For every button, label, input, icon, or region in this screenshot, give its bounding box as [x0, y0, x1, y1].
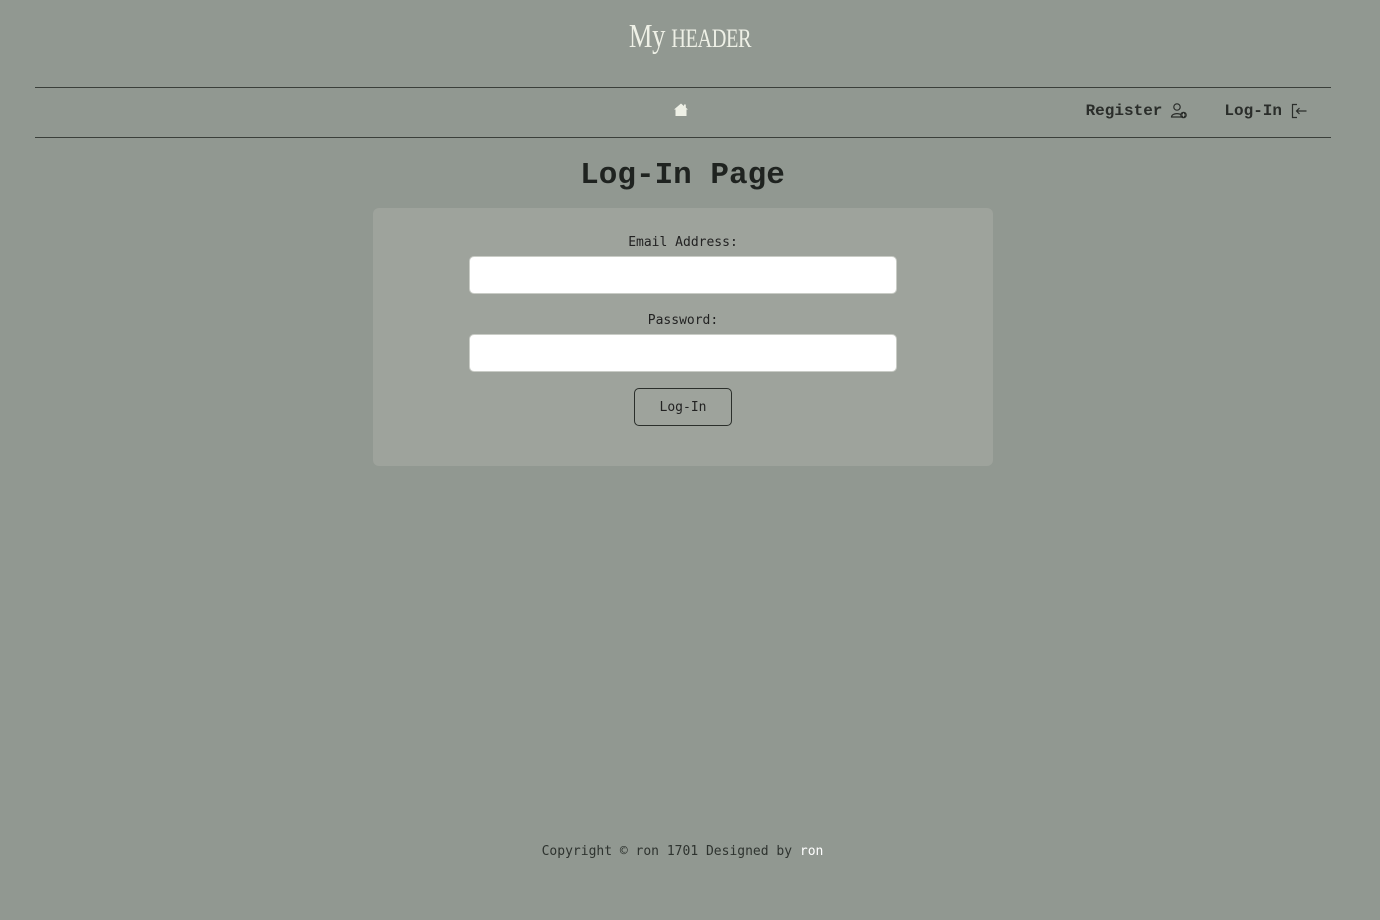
home-icon [674, 103, 688, 116]
footer: Copyright © ron 1701 Designed by ron [0, 844, 1365, 859]
navbar: Register Log-In [35, 87, 1331, 138]
site-header: My header [0, 0, 1380, 87]
login-form: Email Address: Password: Log-In [373, 208, 993, 466]
home-link[interactable] [673, 102, 691, 120]
login-button[interactable]: Log-In [634, 388, 732, 426]
site-title: My header [152, 18, 1228, 56]
sign-in-icon [1291, 103, 1307, 119]
email-field[interactable] [469, 256, 897, 294]
email-label: Email Address: [628, 235, 738, 250]
page-heading: Log-In Page [580, 158, 785, 193]
nav-right: Register Log-In [1086, 102, 1308, 120]
user-add-icon [1171, 103, 1188, 119]
register-link[interactable]: Register [1086, 102, 1189, 120]
author-link[interactable]: ron [800, 844, 823, 859]
register-label: Register [1085, 102, 1163, 120]
password-field[interactable] [469, 334, 897, 372]
login-link[interactable]: Log-In [1224, 102, 1308, 120]
password-label: Password: [647, 313, 719, 328]
login-label: Log-In [1224, 102, 1282, 120]
site-title-first: My [628, 18, 665, 55]
site-title-rest: header [671, 24, 752, 53]
copyright-text: Copyright © ron 1701 Designed by [541, 844, 793, 859]
